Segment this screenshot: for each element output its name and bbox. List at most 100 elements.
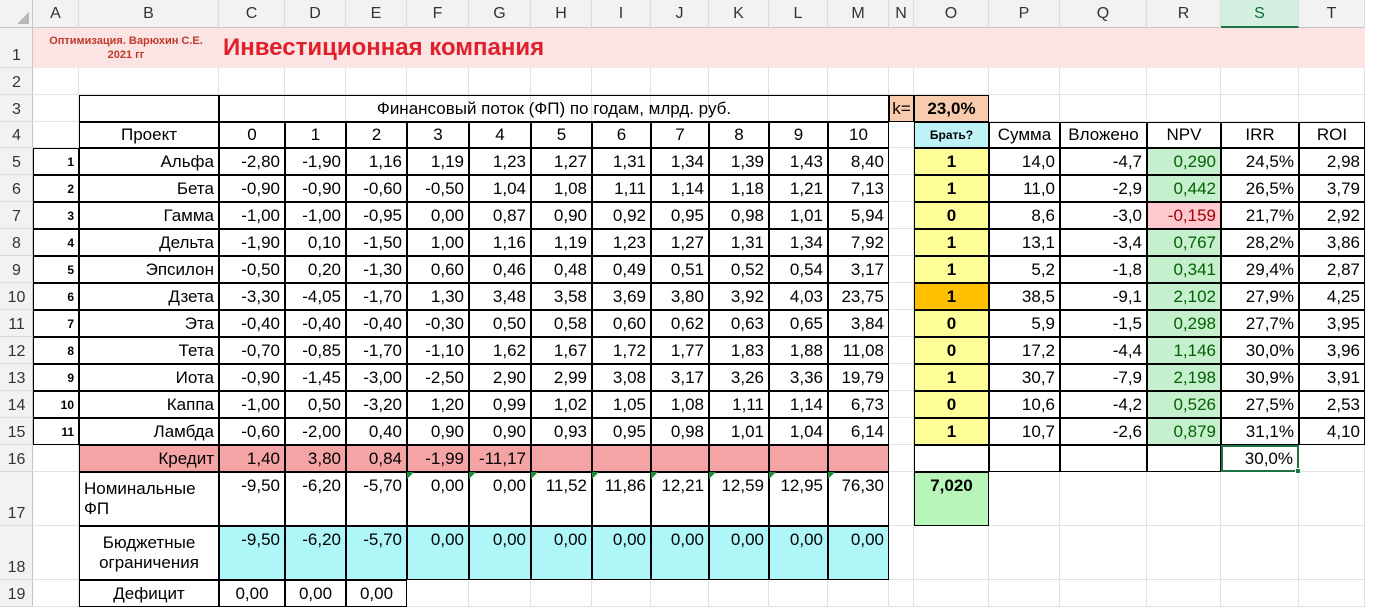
project-number[interactable]: 6 xyxy=(33,283,79,310)
flow-value[interactable]: 7,92 xyxy=(828,229,889,256)
flow-value[interactable]: 1,11 xyxy=(592,175,651,202)
flow-value[interactable]: -0,60 xyxy=(219,418,285,445)
row-header-1[interactable]: 1 xyxy=(0,28,33,68)
flow-value[interactable]: -0,95 xyxy=(346,202,407,229)
sum-value[interactable]: 30,7 xyxy=(989,364,1060,391)
roi-value[interactable]: 2,98 xyxy=(1299,148,1365,175)
project-name[interactable]: Эпсилон xyxy=(79,256,219,283)
invested-value[interactable]: -7,9 xyxy=(1060,364,1147,391)
budget-value[interactable]: 0,00 xyxy=(709,526,769,580)
npv-value[interactable]: 0,442 xyxy=(1147,175,1221,202)
flow-value[interactable]: 6,73 xyxy=(828,391,889,418)
sum-value[interactable]: 5,9 xyxy=(989,310,1060,337)
column-header-f[interactable]: F xyxy=(407,0,469,28)
invested-value[interactable]: -1,5 xyxy=(1060,310,1147,337)
npv-value[interactable]: 1,146 xyxy=(1147,337,1221,364)
npv-value[interactable]: 0,290 xyxy=(1147,148,1221,175)
column-header-b[interactable]: B xyxy=(79,0,219,28)
flow-value[interactable]: -0,30 xyxy=(407,310,469,337)
project-header[interactable]: Проект xyxy=(79,122,219,148)
invested-value[interactable]: -4,4 xyxy=(1060,337,1147,364)
flow-value[interactable]: 1,04 xyxy=(469,175,531,202)
flow-value[interactable]: -0,85 xyxy=(285,337,346,364)
irr-value[interactable]: 30,0% xyxy=(1221,337,1299,364)
flow-value[interactable]: 11,08 xyxy=(828,337,889,364)
flow-value[interactable]: 1,08 xyxy=(651,391,709,418)
flow-value[interactable]: -1,50 xyxy=(346,229,407,256)
project-name[interactable]: Бета xyxy=(79,175,219,202)
year-header[interactable]: 0 xyxy=(219,122,285,148)
flow-value[interactable]: 0,10 xyxy=(285,229,346,256)
budget-value[interactable]: 0,00 xyxy=(592,526,651,580)
project-number[interactable]: 3 xyxy=(33,202,79,229)
flow-value[interactable]: 1,62 xyxy=(469,337,531,364)
flow-value[interactable]: -1,00 xyxy=(285,202,346,229)
k-value[interactable]: 23,0% xyxy=(914,95,989,122)
flow-value[interactable]: 0,50 xyxy=(469,310,531,337)
column-header-t[interactable]: T xyxy=(1299,0,1365,28)
flow-value[interactable]: 1,05 xyxy=(592,391,651,418)
flow-value[interactable]: 1,30 xyxy=(407,283,469,310)
credit-value[interactable] xyxy=(709,445,769,472)
row-header-17[interactable]: 17 xyxy=(0,472,33,526)
flow-value[interactable]: 3,26 xyxy=(709,364,769,391)
column-header-r[interactable]: R xyxy=(1147,0,1221,28)
flow-value[interactable]: 3,84 xyxy=(828,310,889,337)
flow-value[interactable]: -0,50 xyxy=(219,256,285,283)
flow-value[interactable]: -0,40 xyxy=(346,310,407,337)
flow-value[interactable]: -1,30 xyxy=(346,256,407,283)
take-flag[interactable]: 0 xyxy=(914,337,989,364)
empty-cell[interactable] xyxy=(914,445,989,472)
flow-value[interactable]: 1,02 xyxy=(531,391,592,418)
year-header[interactable]: 2 xyxy=(346,122,407,148)
fill-handle[interactable] xyxy=(1295,468,1301,474)
column-header-c[interactable]: C xyxy=(219,0,285,28)
author-note[interactable]: Оптимизация. Варюхин С.Е. 2021 гг xyxy=(33,28,219,68)
flow-value[interactable]: 1,11 xyxy=(709,391,769,418)
take-flag[interactable]: 1 xyxy=(914,364,989,391)
sum-value[interactable]: 17,2 xyxy=(989,337,1060,364)
row-header-14[interactable]: 14 xyxy=(0,391,33,418)
invested-value[interactable]: -3,0 xyxy=(1060,202,1147,229)
sum-value[interactable]: 13,1 xyxy=(989,229,1060,256)
flow-value[interactable]: 1,16 xyxy=(469,229,531,256)
row-header-11[interactable]: 11 xyxy=(0,310,33,337)
credit-value[interactable] xyxy=(531,445,592,472)
flow-value[interactable]: -0,70 xyxy=(219,337,285,364)
flow-value[interactable]: 1,01 xyxy=(769,202,828,229)
invested-value[interactable]: -4,2 xyxy=(1060,391,1147,418)
flow-value[interactable]: 0,00 xyxy=(407,202,469,229)
flow-value[interactable]: 4,03 xyxy=(769,283,828,310)
invested-value[interactable]: -1,8 xyxy=(1060,256,1147,283)
take-flag[interactable]: 1 xyxy=(914,148,989,175)
invested-value[interactable]: -9,1 xyxy=(1060,283,1147,310)
flow-caption[interactable]: Финансовый поток (ФП) по годам, млрд. ру… xyxy=(219,95,889,122)
sum-header[interactable]: Сумма xyxy=(989,122,1060,148)
flow-value[interactable]: 1,19 xyxy=(531,229,592,256)
flow-value[interactable]: 0,46 xyxy=(469,256,531,283)
flow-value[interactable]: 1,23 xyxy=(592,229,651,256)
roi-header[interactable]: ROI xyxy=(1299,122,1365,148)
flow-value[interactable]: -4,05 xyxy=(285,283,346,310)
flow-value[interactable]: -1,00 xyxy=(219,202,285,229)
flow-value[interactable]: 3,58 xyxy=(531,283,592,310)
empty-cell[interactable] xyxy=(989,445,1060,472)
row-header-3[interactable]: 3 xyxy=(0,95,33,122)
sum-value[interactable]: 10,6 xyxy=(989,391,1060,418)
flow-value[interactable]: 0,54 xyxy=(769,256,828,283)
year-header[interactable]: 10 xyxy=(828,122,889,148)
flow-value[interactable]: 1,83 xyxy=(709,337,769,364)
flow-value[interactable]: 19,79 xyxy=(828,364,889,391)
flow-value[interactable]: 3,08 xyxy=(592,364,651,391)
row-header-4[interactable]: 4 xyxy=(0,122,33,148)
project-number[interactable]: 2 xyxy=(33,175,79,202)
roi-value[interactable]: 2,53 xyxy=(1299,391,1365,418)
roi-value[interactable]: 3,95 xyxy=(1299,310,1365,337)
npv-value[interactable]: 0,526 xyxy=(1147,391,1221,418)
nominal-value[interactable]: 11,86 xyxy=(592,472,651,526)
flow-value[interactable]: 3,48 xyxy=(469,283,531,310)
nominal-value[interactable]: 76,30 xyxy=(828,472,889,526)
npv-value[interactable]: 0,341 xyxy=(1147,256,1221,283)
flow-value[interactable]: 0,20 xyxy=(285,256,346,283)
flow-value[interactable]: -2,00 xyxy=(285,418,346,445)
